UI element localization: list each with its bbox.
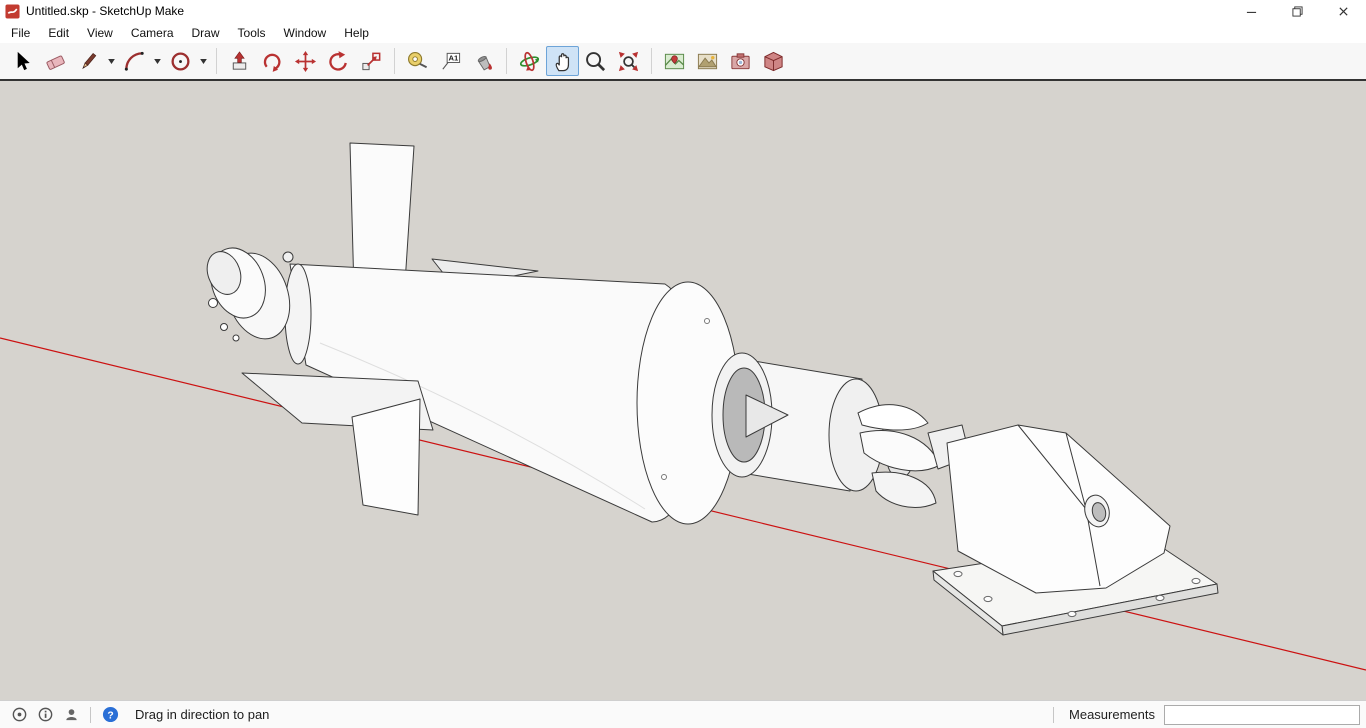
scale-icon [362,52,381,70]
pan-tool[interactable] [546,46,579,76]
toolbar-separator [651,48,652,74]
title-bar: Untitled.skp - SketchUp Make [0,0,1366,22]
line-icon [82,52,97,69]
title-bar-left: Untitled.skp - SketchUp Make [0,3,1228,19]
help-button[interactable]: ? [100,705,120,725]
orbit-icon [519,51,540,71]
eraser-tool[interactable] [39,46,72,76]
tape-measure-icon [408,51,428,68]
menu-view[interactable]: View [78,23,122,43]
rotate-icon [329,50,347,71]
photo-textures-tool[interactable] [724,46,757,76]
text-tool[interactable]: A1 [434,46,467,76]
menu-camera[interactable]: Camera [122,23,183,43]
circle-tool-combo [164,46,210,76]
extension-warehouse-icon [764,51,783,71]
model-lower-fin [351,398,421,516]
credits-button[interactable] [35,705,55,725]
svg-text:?: ? [107,710,113,721]
push-pull-icon [232,50,247,70]
zoom-extents-tool[interactable] [612,46,645,76]
zoom-extents-icon [618,51,639,71]
statusbar-separator [90,706,91,723]
zoom-tool[interactable] [579,46,612,76]
scale-tool[interactable] [355,46,388,76]
toolbar-separator [506,48,507,74]
person-icon [65,709,77,721]
window-controls [1228,0,1366,22]
arc-tool[interactable] [118,46,151,76]
statusbar-separator [1053,706,1055,723]
line-tool-combo [72,46,118,76]
minimize-icon [1246,11,1256,13]
paint-bucket-icon [477,55,492,70]
measurements-input[interactable] [1164,704,1360,725]
geolocation-icon [12,707,26,722]
follow-me-icon [263,53,281,72]
arc-tool-combo [118,46,164,76]
modeling-viewport [0,81,1366,700]
rotate-tool[interactable] [322,46,355,76]
status-bar: ? Drag in direction to pan Measurements [0,700,1366,728]
circle-tool[interactable] [164,46,197,76]
line-tool-dropdown[interactable] [105,46,118,76]
zoom-icon [586,51,606,71]
menu-help[interactable]: Help [335,23,378,43]
status-hint: Drag in direction to pan [135,707,270,722]
geolocation-button[interactable] [9,705,29,725]
toolbar-separator [394,48,395,74]
follow-me-tool[interactable] [256,46,289,76]
toggle-terrain-icon [697,53,718,69]
menu-draw[interactable]: Draw [183,23,229,43]
text-icon: A1 [442,52,461,70]
measurements-area: Measurements [1047,704,1360,725]
add-location-tool[interactable] [658,46,691,76]
circle-tool-dropdown[interactable] [197,46,210,76]
tape-measure-tool[interactable] [401,46,434,76]
push-pull-tool[interactable] [223,46,256,76]
paint-bucket-tool[interactable] [467,46,500,76]
arc-icon [124,51,144,71]
move-tool[interactable] [289,46,322,76]
minimize-button[interactable] [1228,0,1274,22]
photo-textures-icon [731,52,750,69]
add-location-icon [664,53,685,69]
eraser-icon [46,55,65,70]
arc-tool-dropdown[interactable] [151,46,164,76]
help-icon: ? [102,706,118,723]
menu-bar: File Edit View Camera Draw Tools Window … [0,22,1366,43]
close-icon [1338,6,1348,16]
chevron-down-icon [200,58,207,64]
restore-icon [1291,5,1303,17]
menu-tools[interactable]: Tools [229,23,275,43]
measurements-label: Measurements [1069,707,1155,722]
sketchup-logo-icon [5,3,20,19]
text-tool-glyph: A1 [448,53,459,62]
info-icon [38,707,52,722]
toolbar: A1 [0,43,1366,81]
pan-icon [555,52,570,71]
close-button[interactable] [1320,0,1366,22]
orbit-tool[interactable] [513,46,546,76]
chevron-down-icon [154,58,161,64]
sign-in-button[interactable] [61,705,81,725]
chevron-down-icon [108,58,115,64]
select-icon [17,51,30,70]
toolbar-separator [216,48,217,74]
menu-window[interactable]: Window [275,23,336,43]
circle-icon [171,51,190,71]
toggle-terrain-tool[interactable] [691,46,724,76]
select-tool[interactable] [6,46,39,76]
viewport-canvas[interactable] [0,81,1366,700]
restore-button[interactable] [1274,0,1320,22]
window-title: Untitled.skp - SketchUp Make [26,4,185,18]
menu-file[interactable]: File [2,23,39,43]
line-tool[interactable] [72,46,105,76]
move-icon [294,50,317,72]
extension-warehouse-tool[interactable] [757,46,790,76]
menu-edit[interactable]: Edit [39,23,78,43]
